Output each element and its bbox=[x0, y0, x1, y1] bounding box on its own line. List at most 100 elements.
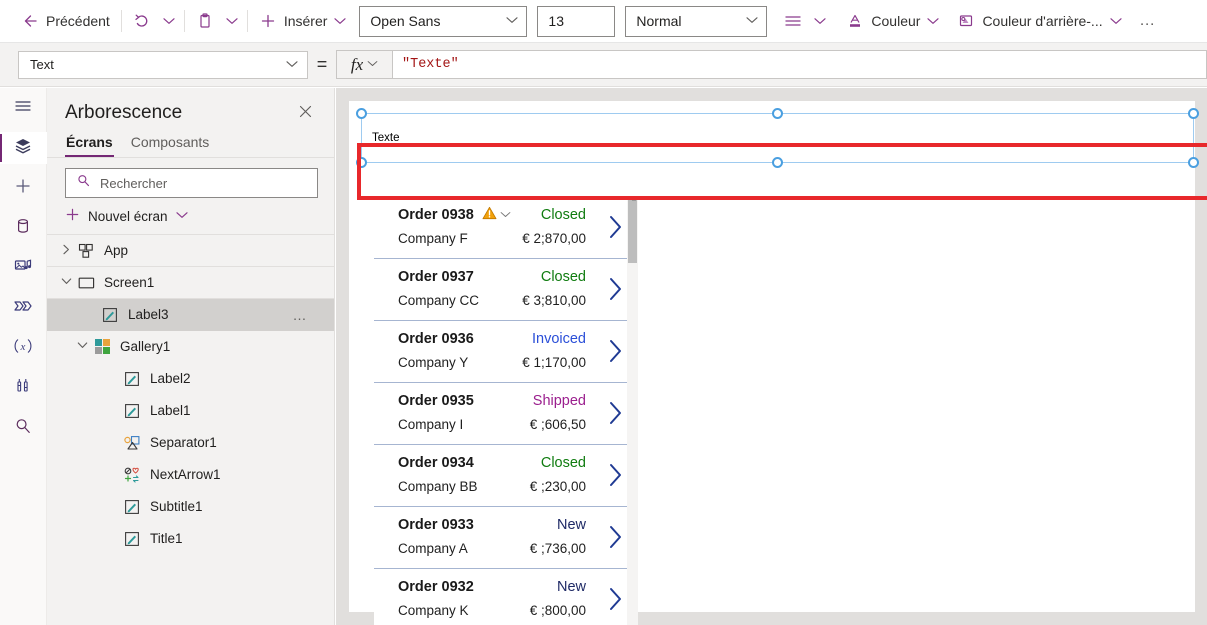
gallery-item-row-top: Order 0935 Shipped bbox=[398, 391, 638, 411]
canvas-label3-control[interactable]: Texte bbox=[361, 113, 1194, 163]
gallery-item[interactable]: Order 0933 New Company A € ;736,00 bbox=[374, 507, 638, 569]
gallery-item-row-bottom: Company A € ;736,00 bbox=[398, 537, 638, 559]
gallery-item-status: New bbox=[556, 579, 586, 595]
gallery-item-status: Shipped bbox=[532, 393, 586, 409]
property-value: Text bbox=[30, 57, 54, 72]
paste-dropdown-button[interactable] bbox=[221, 6, 243, 36]
font-size-input[interactable]: 13 bbox=[537, 5, 616, 37]
chevron-right-icon[interactable] bbox=[607, 276, 624, 307]
chevron-down-icon[interactable] bbox=[73, 341, 91, 353]
tree-item-gallery1[interactable]: Gallery1 bbox=[47, 331, 334, 363]
resize-handle-bottom-left[interactable] bbox=[356, 157, 367, 168]
resize-handle-top-left[interactable] bbox=[356, 108, 367, 119]
tree-item-screen1[interactable]: Screen1 bbox=[47, 267, 334, 299]
chevron-right-icon[interactable] bbox=[607, 400, 624, 431]
search-input[interactable]: Rechercher bbox=[65, 168, 318, 198]
chevron-right-icon[interactable] bbox=[607, 524, 624, 555]
tree-item-label: Label1 bbox=[150, 403, 191, 418]
gallery-scrollbar[interactable] bbox=[627, 197, 638, 625]
gallery-item-title: Order 0936 bbox=[398, 331, 474, 347]
chevron-right-icon[interactable] bbox=[607, 586, 624, 617]
gallery-item-subtitle: Company BB bbox=[398, 478, 478, 494]
tree-item-label1[interactable]: Label1 bbox=[47, 395, 334, 427]
text-align-dropdown-button[interactable] bbox=[809, 6, 831, 36]
tree-item-list: App Screen1 Label3 … Gallery1 Label2 Lab… bbox=[47, 234, 334, 555]
sidebar-item-power-automate[interactable] bbox=[0, 292, 47, 324]
undo-button[interactable] bbox=[126, 5, 158, 37]
chevron-down-icon[interactable] bbox=[57, 277, 75, 289]
plus-icon bbox=[259, 12, 277, 30]
command-bar: Précédent Insérer Open Sans 13 Normal Co… bbox=[0, 0, 1207, 43]
left-icon-rail: x bbox=[0, 88, 47, 625]
chevron-right-icon[interactable] bbox=[57, 244, 75, 258]
fill-color-button[interactable]: Couleur d'arrière-... bbox=[950, 5, 1128, 37]
tree-item-subtitle1[interactable]: Subtitle1 bbox=[47, 491, 334, 523]
sidebar-item-search[interactable] bbox=[0, 412, 47, 444]
hamburger-menu-button[interactable] bbox=[0, 92, 47, 124]
gallery-item-title: Order 0933 bbox=[398, 517, 474, 533]
close-button[interactable] bbox=[293, 103, 318, 124]
resize-handle-top-right[interactable] bbox=[1188, 108, 1199, 119]
tree-item-overflow-button[interactable]: … bbox=[293, 307, 309, 323]
tree-item-label2[interactable]: Label2 bbox=[47, 363, 334, 395]
gallery-item-warning[interactable] bbox=[482, 206, 511, 225]
app-screen-canvas[interactable]: Texte Order 0938 Closed Company F € 2;87… bbox=[349, 101, 1207, 625]
gallery-item[interactable]: Order 0937 Closed Company CC € 3;810,00 bbox=[374, 259, 638, 321]
tree-item-title1[interactable]: Title1 bbox=[47, 523, 334, 555]
property-select[interactable]: Text bbox=[18, 50, 308, 79]
sidebar-item-data[interactable] bbox=[0, 212, 47, 244]
resize-handle-top-center[interactable] bbox=[772, 108, 783, 119]
resize-handle-bottom-center[interactable] bbox=[772, 157, 783, 168]
canvas-area[interactable]: Texte Order 0938 Closed Company F € 2;87… bbox=[336, 88, 1207, 625]
undo-dropdown-button[interactable] bbox=[158, 6, 180, 36]
resize-handle-bottom-right[interactable] bbox=[1188, 157, 1199, 168]
gallery-item-subtitle: Company Y bbox=[398, 354, 469, 370]
gallery-item[interactable]: Order 0935 Shipped Company I € ;606,50 bbox=[374, 383, 638, 445]
powerapps-studio-window: Précédent Insérer Open Sans 13 Normal Co… bbox=[0, 0, 1207, 625]
tab-components[interactable]: Composants bbox=[130, 132, 211, 157]
gallery-item[interactable]: Order 0934 Closed Company BB € ;230,00 bbox=[374, 445, 638, 507]
tab-screens[interactable]: Écrans bbox=[65, 132, 114, 157]
gallery-item[interactable]: Order 0936 Invoiced Company Y € 1;170,00 bbox=[374, 321, 638, 383]
new-screen-button[interactable]: Nouvel écran bbox=[47, 198, 334, 234]
formula-input[interactable]: "Texte" bbox=[392, 50, 1207, 79]
font-family-select[interactable]: Open Sans bbox=[359, 5, 528, 37]
paste-button[interactable] bbox=[189, 5, 221, 37]
sidebar-item-media[interactable] bbox=[0, 252, 47, 284]
chevron-right-icon[interactable] bbox=[607, 214, 624, 245]
insert-plus-icon bbox=[13, 176, 33, 201]
back-button[interactable]: Précédent bbox=[14, 5, 117, 37]
tree-item-separator1[interactable]: Separator1 bbox=[47, 427, 334, 459]
sidebar-item-insert[interactable] bbox=[0, 172, 47, 204]
chevron-right-icon[interactable] bbox=[607, 462, 624, 493]
gallery-item-subtitle: Company CC bbox=[398, 292, 480, 308]
gallery-item-title: Order 0934 bbox=[398, 455, 474, 471]
tree-item-label3[interactable]: Label3 … bbox=[47, 299, 334, 331]
chevron-down-icon bbox=[927, 17, 940, 25]
font-weight-select[interactable]: Normal bbox=[625, 5, 768, 37]
fx-icon: fx bbox=[350, 54, 364, 74]
canvas-gallery1-control[interactable]: Order 0938 Closed Company F € 2;870,00 O… bbox=[374, 197, 638, 625]
gallery-item[interactable]: Order 0932 New Company K € ;800,00 bbox=[374, 569, 638, 625]
gallery-item[interactable]: Order 0938 Closed Company F € 2;870,00 bbox=[374, 197, 638, 259]
insert-button[interactable]: Insérer bbox=[252, 5, 354, 37]
divider bbox=[246, 10, 248, 32]
font-color-button[interactable]: Couleur bbox=[839, 5, 946, 37]
equals-sign: = bbox=[316, 54, 328, 74]
hamburger-menu-icon bbox=[13, 97, 33, 120]
text-align-button[interactable] bbox=[777, 5, 809, 37]
overflow-menu-button[interactable]: … bbox=[1133, 6, 1163, 36]
chevron-right-icon[interactable] bbox=[607, 338, 624, 369]
sidebar-item-advanced-tools[interactable] bbox=[0, 372, 47, 404]
fx-expand-button[interactable]: fx bbox=[336, 50, 392, 79]
tree-item-nextarrow1[interactable]: NextArrow1 bbox=[47, 459, 334, 491]
sidebar-item-tree-view[interactable] bbox=[0, 132, 47, 164]
advanced-tools-icon bbox=[13, 376, 33, 401]
sidebar-item-variables[interactable]: x bbox=[0, 332, 47, 364]
gallery-scrollbar-thumb[interactable] bbox=[628, 197, 637, 263]
chevron-down-icon bbox=[506, 15, 518, 27]
tree-item-app[interactable]: App bbox=[47, 235, 334, 267]
tree-item-label: App bbox=[104, 243, 129, 258]
fill-color-label: Couleur d'arrière-... bbox=[982, 13, 1103, 29]
back-label: Précédent bbox=[46, 13, 110, 29]
